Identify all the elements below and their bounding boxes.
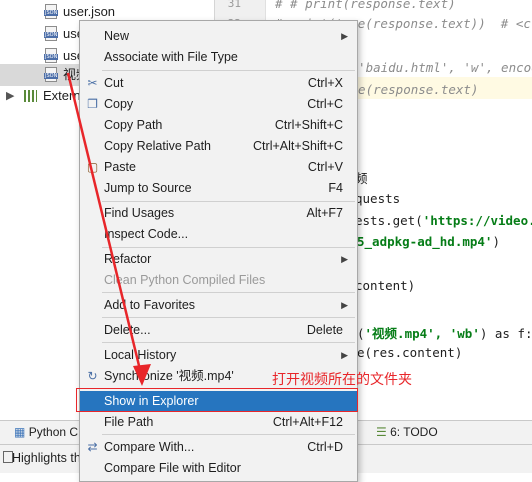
json-file-icon: JSON [44,67,59,82]
menu-item-find-usages[interactable]: Find Usages Alt+F7 [80,203,357,224]
menu-item-inspect-code[interactable]: Inspect Code... [80,224,357,245]
context-menu: New ▶ Associate with File Type ✂ Cut Ctr… [79,20,358,482]
code-line: content) [355,278,416,293]
compare-icon: ⇄ [87,440,98,454]
annotation-text: 打开视频所在的文件夹 [272,372,412,388]
todo-icon: ☰ [376,425,387,439]
menu-separator [102,317,355,318]
menu-item-refactor[interactable]: Refactor ▶ [80,249,357,270]
menu-item-file-path[interactable]: File Path Ctrl+Alt+F12 [80,412,357,433]
menu-item-local-history[interactable]: Local History ▶ [80,345,357,366]
submenu-arrow-icon: ▶ [341,254,348,264]
menu-item-copy[interactable]: ❐ Copy Ctrl+C [80,94,357,115]
clipboard-icon: ▢ [86,160,99,174]
line-number: 31 [227,0,241,10]
menu-item-add-to-favorites[interactable]: Add to Favorites ▶ [80,295,357,316]
menu-item-compare-file-with-editor[interactable]: Compare File with Editor [80,458,357,479]
menu-item-jump-to-source[interactable]: Jump to Source F4 [80,178,357,199]
menu-item-compare-with[interactable]: ⇄ Compare With... Ctrl+D [80,437,357,458]
code-line: 5_adpkg-ad_hd.mp4') [357,234,500,249]
menu-item-copy-relative-path[interactable]: Copy Relative Path Ctrl+Alt+Shift+C [80,136,357,157]
menu-item-delete[interactable]: Delete... Delete [80,320,357,341]
menu-item-copy-path[interactable]: Copy Path Ctrl+Shift+C [80,115,357,136]
code-line: n('baidu.html', 'w', encod [343,60,532,75]
menu-item-associate-file-type[interactable]: Associate with File Type [80,47,357,68]
menu-separator [102,342,355,343]
menu-item-paste[interactable]: ▢ Paste Ctrl+V [80,157,357,178]
menu-item-new[interactable]: New ▶ [80,26,357,47]
menu-separator [102,247,355,248]
code-line: e(res.content) [357,345,463,360]
python-console-tab[interactable]: ▦ Python C [14,425,78,439]
code-line: ests.get('https://video. [355,213,532,228]
code-line: ('视频.mp4', 'wb') as f: [357,326,532,341]
menu-separator [102,201,355,202]
status-text: Highlights th [12,451,81,465]
submenu-arrow-icon: ▶ [341,300,348,310]
json-file-icon: JSON [44,48,59,63]
python-icon: ▦ [14,425,26,439]
menu-item-clean-compiled: Clean Python Compiled Files [104,273,266,287]
menu-separator [102,292,355,293]
scissors-icon: ✂ [87,76,98,90]
chevron-right-icon[interactable]: ▶ [6,85,14,107]
menu-item-cut[interactable]: ✂ Cut Ctrl+X [80,73,357,94]
menu-separator [102,434,355,435]
submenu-arrow-icon: ▶ [341,31,348,41]
menu-item-show-in-explorer[interactable]: Show in Explorer [80,391,357,412]
menu-separator [102,70,355,71]
submenu-arrow-icon: ▶ [341,350,348,360]
code-line: ite(response.text) [343,82,479,97]
json-file-icon: JSON [44,4,59,19]
json-file-icon: JSON [44,26,59,41]
todo-tab[interactable]: ☰ 6: TODO [376,425,438,439]
code-line: quests [355,191,401,206]
code-line: # # print(response.text) [275,0,456,11]
sync-icon: ↻ [87,369,98,383]
library-icon [24,90,37,102]
copy-icon: ❐ [87,97,98,111]
